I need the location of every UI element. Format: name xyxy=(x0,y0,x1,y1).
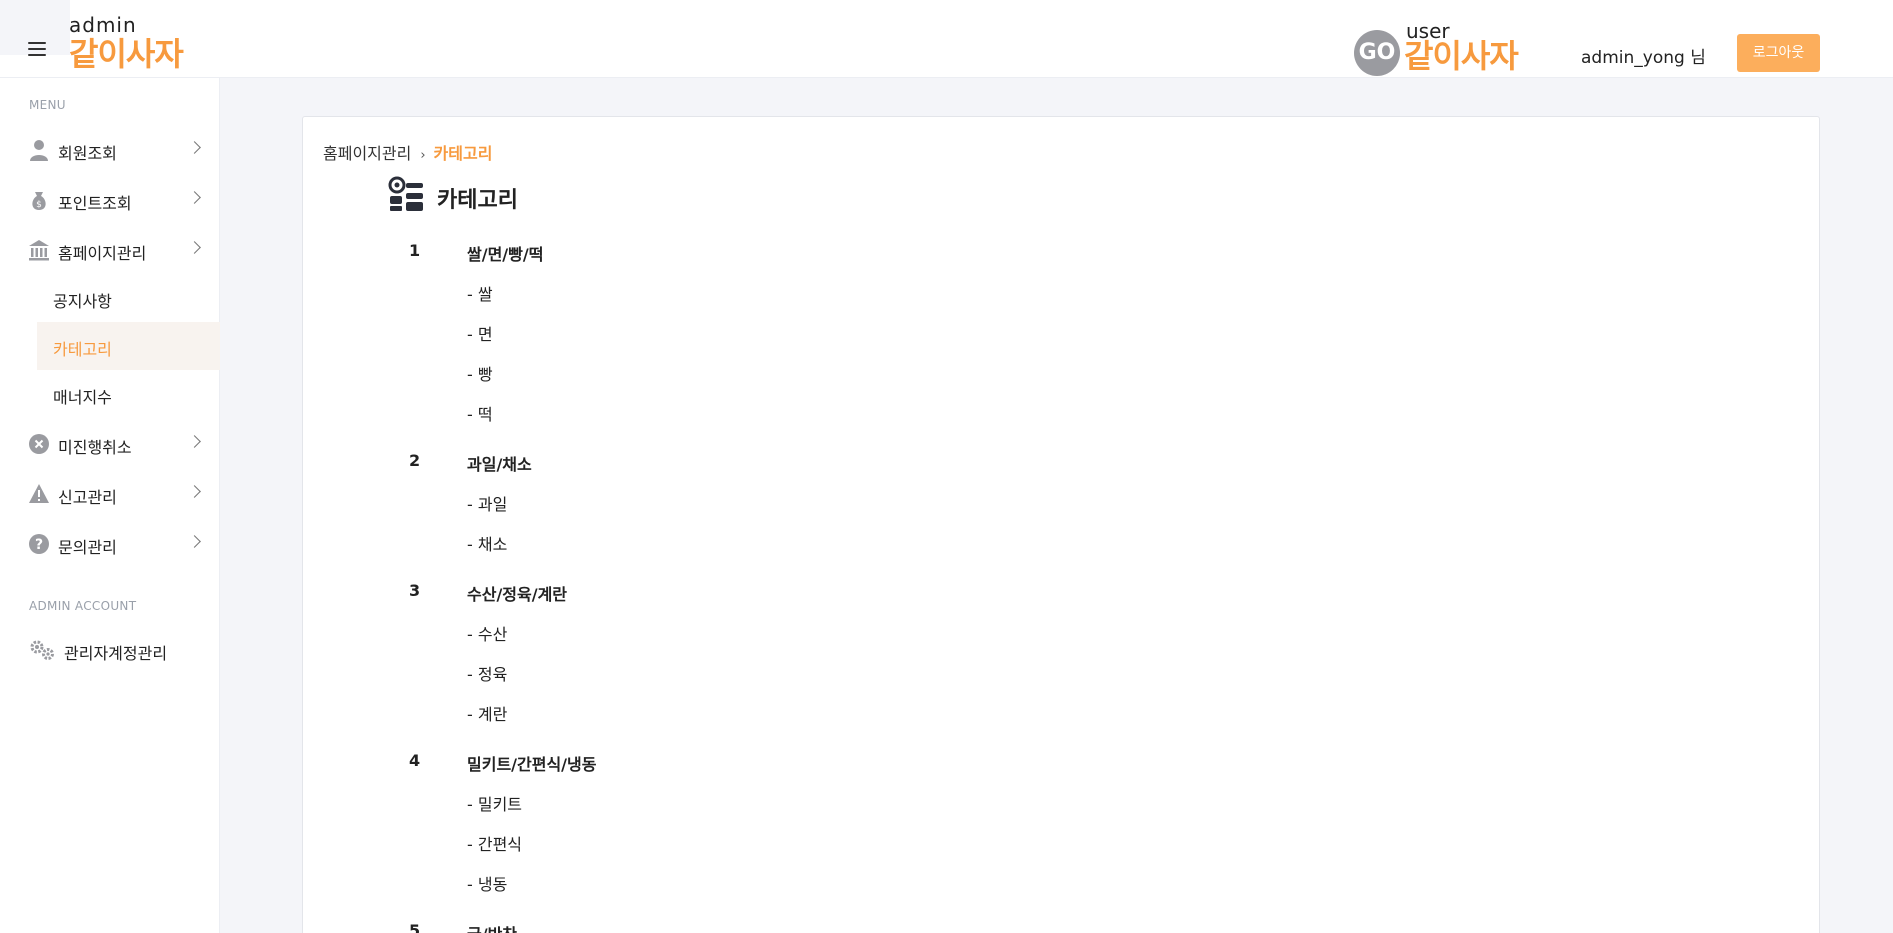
svg-text:?: ? xyxy=(35,537,43,553)
subcategory-item: - 밀키트 xyxy=(467,795,523,814)
admin-logo[interactable]: admin 같이사자 xyxy=(69,13,184,73)
page-title: 카테고리 xyxy=(437,188,518,213)
money-bag-icon: $ xyxy=(32,192,46,210)
sidebar-subitem-label: 매너지수 xyxy=(53,388,112,407)
category-number: 3 xyxy=(409,581,421,600)
chevron-right-icon xyxy=(188,191,201,204)
sidebar-item-report[interactable]: 신고관리 xyxy=(0,472,220,516)
subcategory-item: - 쌀 xyxy=(467,285,493,304)
logout-button[interactable]: 로그아웃 xyxy=(1737,34,1820,72)
bank-icon xyxy=(29,240,49,261)
svg-text:$: $ xyxy=(36,200,42,210)
sidebar-item-label: 포인트조회 xyxy=(58,194,132,213)
sidebar-subitem-label: 카테고리 xyxy=(53,340,112,359)
chevron-right-icon xyxy=(188,485,201,498)
admin-logo-big: 같이사자 xyxy=(69,35,184,73)
sidebar-item-label: 문의관리 xyxy=(58,538,117,557)
chevron-right-icon xyxy=(188,241,201,254)
category-number: 5 xyxy=(409,921,421,933)
hamburger-menu-icon[interactable] xyxy=(28,42,46,56)
menu-section-label: MENU xyxy=(29,98,66,112)
chevron-right-icon: › xyxy=(420,148,426,163)
subcategory-item: - 정육 xyxy=(467,665,508,684)
sidebar-subitem-notice[interactable]: 공지사항 xyxy=(37,274,220,322)
subcategory-item: - 냉동 xyxy=(467,875,508,894)
sidebar-item-inquiry[interactable]: ? 문의관리 xyxy=(0,522,220,566)
subcategory-item: - 면 xyxy=(467,325,493,344)
content-card: 홈페이지관리 › 카테고리 카테고리 1 쌀/면/빵/떡 - 쌀 - 면 - 빵 -… xyxy=(302,116,1820,933)
subcategory-item: - 과일 xyxy=(467,495,508,514)
category-number: 1 xyxy=(409,241,421,260)
subcategory-item: - 수산 xyxy=(467,625,508,644)
user-logo-big: 같이사자 xyxy=(1404,37,1519,75)
sidebar-item-homepage[interactable]: 홈페이지관리 xyxy=(0,228,220,272)
chevron-right-icon xyxy=(188,435,201,448)
sidebar: MENU 회원조회 $ 포인트조회 홈페이지관리 공지사항 카테고리 매너지수 … xyxy=(0,78,220,933)
chevron-right-icon xyxy=(188,141,201,154)
category-name: 과일/채소 xyxy=(467,455,532,474)
sidebar-item-admin-account[interactable]: 관리자계정관리 xyxy=(0,628,220,672)
breadcrumb-parent[interactable]: 홈페이지관리 xyxy=(323,144,411,163)
warning-icon xyxy=(29,484,49,503)
sidebar-item-label: 회원조회 xyxy=(58,144,117,163)
sidebar-item-label: 관리자계정관리 xyxy=(64,644,168,663)
subcategory-item: - 계란 xyxy=(467,705,508,724)
chevron-right-icon xyxy=(188,535,201,548)
question-icon: ? xyxy=(29,534,49,554)
sidebar-item-members[interactable]: 회원조회 xyxy=(0,128,220,172)
sidebar-subitem-label: 공지사항 xyxy=(53,292,112,311)
category-name: 쌀/면/빵/떡 xyxy=(467,245,544,264)
breadcrumb: 홈페이지관리 › 카테고리 xyxy=(323,140,492,164)
x-circle-icon xyxy=(29,434,49,454)
user-site-link[interactable]: GO user 같이사자 xyxy=(1354,20,1534,76)
category-name: 국/반찬 xyxy=(467,921,517,933)
admin-logo-small: admin xyxy=(69,13,137,37)
sidebar-item-cancel[interactable]: 미진행취소 xyxy=(0,422,220,466)
sidebar-subitem-manner[interactable]: 매너지수 xyxy=(37,370,220,418)
gears-icon xyxy=(30,640,54,660)
subcategory-item: - 간편식 xyxy=(467,835,523,854)
subcategory-item: - 빵 xyxy=(467,365,493,384)
admin-account-section-label: ADMIN ACCOUNT xyxy=(29,599,137,613)
sidebar-item-label: 신고관리 xyxy=(58,488,117,507)
breadcrumb-current: 카테고리 xyxy=(433,144,493,163)
sidebar-item-points[interactable]: $ 포인트조회 xyxy=(0,178,220,222)
go-badge-icon: GO xyxy=(1354,30,1400,76)
category-number: 4 xyxy=(409,751,421,770)
subcategory-item: - 떡 xyxy=(467,405,493,424)
subcategory-item: - 채소 xyxy=(467,535,508,554)
category-name: 수산/정육/계란 xyxy=(467,585,568,604)
user-icon xyxy=(30,140,48,161)
sidebar-subitem-category[interactable]: 카테고리 xyxy=(37,322,220,370)
category-name: 밀키트/간편식/냉동 xyxy=(467,755,597,774)
category-number: 2 xyxy=(409,451,421,470)
sidebar-item-label: 홈페이지관리 xyxy=(58,244,147,263)
sidebar-item-label: 미진행취소 xyxy=(58,438,132,457)
username: admin_yong 님 xyxy=(1581,48,1706,68)
category-icon xyxy=(388,176,423,211)
top-header: admin 같이사자 GO user 같이사자 admin_yong 님 로그아… xyxy=(0,0,1893,78)
